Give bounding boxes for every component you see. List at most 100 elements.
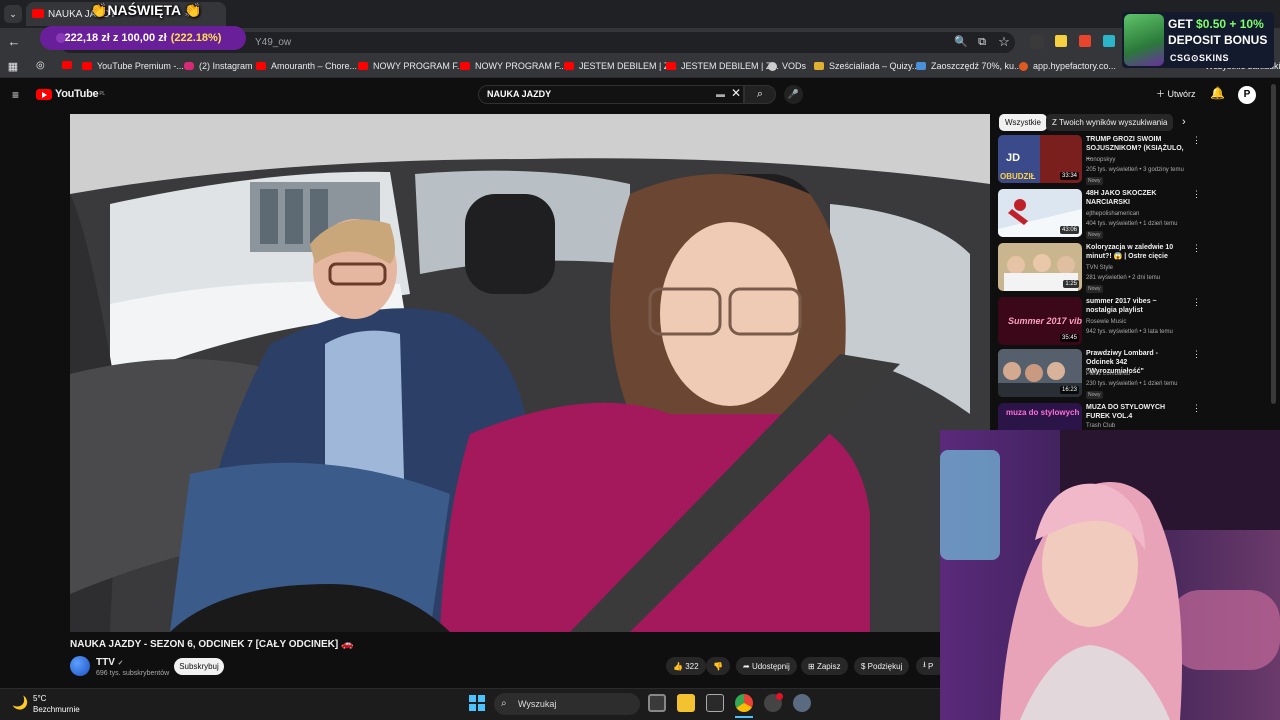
bookmark-label: NOWY PROGRAM F... xyxy=(373,61,465,71)
scrollbar[interactable] xyxy=(1271,84,1276,404)
youtube-favicon-icon xyxy=(358,62,368,70)
bookmark-item[interactable]: Zaoszczędź 70%, ku... xyxy=(916,61,1022,71)
bookmark-label: Zaoszczędź 70%, ku... xyxy=(931,61,1022,71)
thumbs-up-icon: 👍 xyxy=(673,661,686,671)
more-options-icon[interactable]: ⋮ xyxy=(1192,297,1201,308)
store-icon[interactable] xyxy=(706,694,724,712)
extension-icon[interactable] xyxy=(1079,35,1091,47)
more-options-icon[interactable]: ⋮ xyxy=(1192,243,1201,254)
save-button[interactable]: ⊞ Zapisz xyxy=(801,657,848,675)
webcam-image xyxy=(940,430,1280,720)
clear-search-icon[interactable]: ✕ xyxy=(731,86,741,100)
bookmark-item[interactable]: (2) Instagram xyxy=(184,61,253,71)
extension-icon[interactable] xyxy=(1055,35,1067,47)
recommendation-item[interactable]: 1:25 Koloryzacja w zaledwie 10 minut?! 😱… xyxy=(998,243,1268,295)
chevron-right-icon[interactable]: › xyxy=(1182,116,1186,128)
subscribe-button[interactable]: Subskrybuj xyxy=(174,658,224,675)
apps-grid-icon[interactable]: ▦ xyxy=(4,58,22,76)
bookmark-star-icon[interactable]: ☆ xyxy=(995,33,1013,51)
voice-search-button[interactable]: 🎤 xyxy=(784,85,803,104)
back-icon[interactable]: ← xyxy=(5,33,23,51)
bookmark-label: VODs xyxy=(782,61,807,71)
recommendation-item[interactable]: muza do stylowych MUZA DO STYLOWYCH FURE… xyxy=(998,403,1268,431)
recommendation-item[interactable]: Summer 2017 vibes 35:45 summer 2017 vibe… xyxy=(998,297,1268,349)
recommendation-item[interactable]: JD OBUDZIŁ 33:34 TRUMP GROZI SWOIM SOJUSZ… xyxy=(998,135,1268,187)
tab-search-button[interactable]: ⌄ xyxy=(4,5,22,23)
stream-banner: 👏NAŚWIĘTA 👏 xyxy=(90,2,202,19)
zoom-icon[interactable]: 🔍 xyxy=(952,33,970,51)
recommendation-item[interactable]: 16:23 Prawdziwy Lombard - Odcinek 342 "W… xyxy=(998,349,1268,401)
ad-line-2: DEPOSIT BONUS xyxy=(1168,33,1268,47)
menu-icon[interactable]: ≡ xyxy=(12,88,19,102)
chip-all[interactable]: Wszystkie xyxy=(999,114,1047,131)
more-options-icon[interactable]: ⋮ xyxy=(1192,403,1201,414)
recommendation-channel: TVN Style xyxy=(1086,265,1114,271)
moon-icon[interactable]: 🌙 xyxy=(12,695,28,711)
bell-icon[interactable]: 🔔 xyxy=(1210,86,1225,100)
bookmark-item[interactable]: VODs xyxy=(768,61,806,71)
thanks-button[interactable]: $ Podziękuj xyxy=(854,657,910,675)
bookmark-item[interactable]: JESTEM DEBILEM | Z... xyxy=(564,61,677,71)
subscriber-count: 696 tys. subskrybentów xyxy=(96,670,170,677)
avatar[interactable]: P xyxy=(1238,86,1256,104)
share-button[interactable]: ➦ Udostępnij xyxy=(736,657,797,675)
extension-icon[interactable] xyxy=(1030,35,1044,49)
quiz-icon xyxy=(814,62,824,70)
windows-start-icon[interactable] xyxy=(469,695,485,711)
url-text: Y49_ow xyxy=(255,37,292,48)
recommendation-title: Koloryzacja w zaledwie 10 minut?! 😱 | Os… xyxy=(1086,244,1174,260)
like-button[interactable]: 👍 322 xyxy=(666,657,706,675)
duration-badge: 16:23 xyxy=(1059,386,1079,394)
channel-avatar[interactable] xyxy=(70,656,90,676)
task-view-icon[interactable] xyxy=(648,694,666,712)
video-title: NAUKA JAZDY - SEZON 6, ODCINEK 7 [CAŁY O… xyxy=(70,639,354,650)
recommendation-channel: Rosewie Music xyxy=(1086,319,1127,325)
taskbar-search-placeholder: Wyszukaj xyxy=(518,699,557,709)
thanks-icon: $ xyxy=(861,661,868,671)
more-options-icon[interactable]: ⋮ xyxy=(1192,135,1201,146)
keyboard-icon[interactable]: ▬ xyxy=(716,89,725,99)
bookmark-item[interactable]: Amouranth – Chore... xyxy=(256,61,357,71)
recommendation-channel: Konopskyy xyxy=(1086,157,1116,163)
globe-icon[interactable]: ◎ xyxy=(36,60,45,71)
donation-amount: 222,18 zł xyxy=(64,32,110,44)
chip-from-search[interactable]: Z Twoich wyników wyszukiwania xyxy=(1046,114,1174,131)
donation-goal: 222,18 zł z 100,00 zł (222.18%) xyxy=(40,26,246,50)
dislike-button[interactable]: 👎 xyxy=(706,657,730,675)
share-icon: ➦ xyxy=(743,661,752,671)
taskbar-search[interactable]: ⌕ Wyszukaj xyxy=(494,693,640,715)
chrome-icon[interactable] xyxy=(735,694,753,712)
settings-gear-icon[interactable] xyxy=(793,694,811,712)
verified-icon: ✓ xyxy=(117,660,124,667)
mascot-image xyxy=(1124,14,1164,66)
bookmark-item[interactable]: JESTEM DEBILEM | Z... xyxy=(666,61,779,71)
create-button[interactable]: ＋ Utwórz xyxy=(1156,87,1196,100)
cast-icon[interactable]: ⧉ xyxy=(973,33,991,51)
file-explorer-icon[interactable] xyxy=(677,694,695,712)
bookmark-label: NOWY PROGRAM F... xyxy=(475,61,567,71)
recommendation-item[interactable]: 43:06 48H JAKO SKOCZEK NARCIARSKI ejthep… xyxy=(998,189,1268,241)
more-options-icon[interactable]: ⋮ xyxy=(1192,349,1201,360)
channel-name[interactable]: TTV ✓ xyxy=(96,657,124,668)
extension-icon[interactable] xyxy=(1103,35,1115,47)
bookmark-item[interactable]: NOWY PROGRAM F... xyxy=(460,61,566,71)
search-button[interactable]: ⌕ xyxy=(744,85,776,104)
bookmark-item[interactable] xyxy=(62,61,77,69)
youtube-logo[interactable]: YouTube PL xyxy=(36,88,105,100)
more-options-icon[interactable]: ⋮ xyxy=(1192,189,1201,200)
bookmark-label: Amouranth – Chore... xyxy=(271,61,358,71)
bookmark-item[interactable]: YouTube Premium -... xyxy=(82,61,184,71)
svg-text:muza do stylowych: muza do stylowych xyxy=(1006,408,1079,417)
search-input[interactable]: NAUKA JAZDY xyxy=(478,85,744,104)
youtube-favicon-icon xyxy=(82,62,92,70)
thanks-label: Podziękuj xyxy=(867,661,903,671)
bookmark-item[interactable]: NOWY PROGRAM F... xyxy=(358,61,464,71)
recommendation-meta: 281 wyświetleń • 2 dni temu xyxy=(1086,275,1161,281)
bookmark-item[interactable]: Sześcialiada – Quizy... xyxy=(814,61,919,71)
ad-brand: CSG⊙SKINS xyxy=(1170,53,1230,63)
youtube-play-icon xyxy=(36,88,52,100)
video-thumbnail: Summer 2017 vibes 35:45 xyxy=(998,297,1082,345)
video-player[interactable] xyxy=(70,114,990,632)
duration-badge: 33:34 xyxy=(1059,172,1079,180)
bookmark-item[interactable]: app.hypefactory.co... xyxy=(1019,61,1116,71)
